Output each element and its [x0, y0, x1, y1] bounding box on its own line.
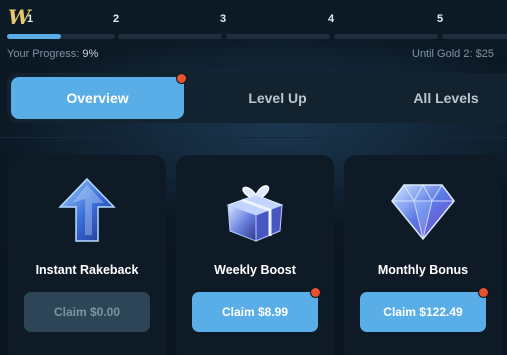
step-label-2: 2 [113, 13, 120, 25]
progress-segment-3 [226, 34, 330, 39]
next-tier-text: Until Gold 2: $25 [412, 48, 494, 60]
step-label-5: 5 [437, 13, 444, 25]
progress-value: 9% [82, 48, 99, 60]
claim-button-instant-rakeback[interactable]: Claim $0.00 [24, 292, 150, 332]
claim-button-weekly-boost[interactable]: Claim $8.99 [192, 292, 318, 332]
progress-segment-5 [442, 34, 507, 39]
progress-fill [7, 34, 61, 39]
tab-bar: Overview Level Up All Levels [7, 73, 507, 123]
tab-level-up[interactable]: Level Up [190, 77, 365, 119]
card-title: Instant Rakeback [35, 263, 139, 277]
step-label-1: 1 [27, 13, 34, 25]
reward-card-weekly-boost: Weekly Boost Claim $8.99 [176, 155, 334, 355]
reward-card-monthly-bonus: Monthly Bonus Claim $122.49 [344, 155, 502, 355]
progress-label-text: Your Progress: [7, 48, 80, 60]
progress-label: Your Progress: 9% [7, 48, 98, 60]
step-label-4: 4 [328, 13, 335, 25]
card-title: Weekly Boost [214, 263, 296, 277]
divider [0, 137, 507, 138]
notification-dot [176, 73, 187, 84]
reward-card-instant-rakeback: Instant Rakeback Claim $0.00 [8, 155, 166, 355]
tab-overview[interactable]: Overview [11, 77, 184, 119]
progress-segment-4 [334, 34, 438, 39]
card-title: Monthly Bonus [377, 263, 469, 277]
claim-button-monthly-bonus[interactable]: Claim $122.49 [360, 292, 486, 332]
notification-dot [478, 287, 489, 298]
progress-segment-2 [118, 34, 222, 39]
progress-segment-1 [7, 34, 115, 39]
gift-box-icon [220, 175, 290, 245]
notification-dot [310, 287, 321, 298]
vip-logo-icon: W [8, 5, 31, 29]
arrow-up-icon [52, 175, 122, 245]
tab-all-levels[interactable]: All Levels [371, 77, 507, 119]
step-label-3: 3 [220, 13, 227, 25]
diamond-icon [388, 175, 458, 245]
